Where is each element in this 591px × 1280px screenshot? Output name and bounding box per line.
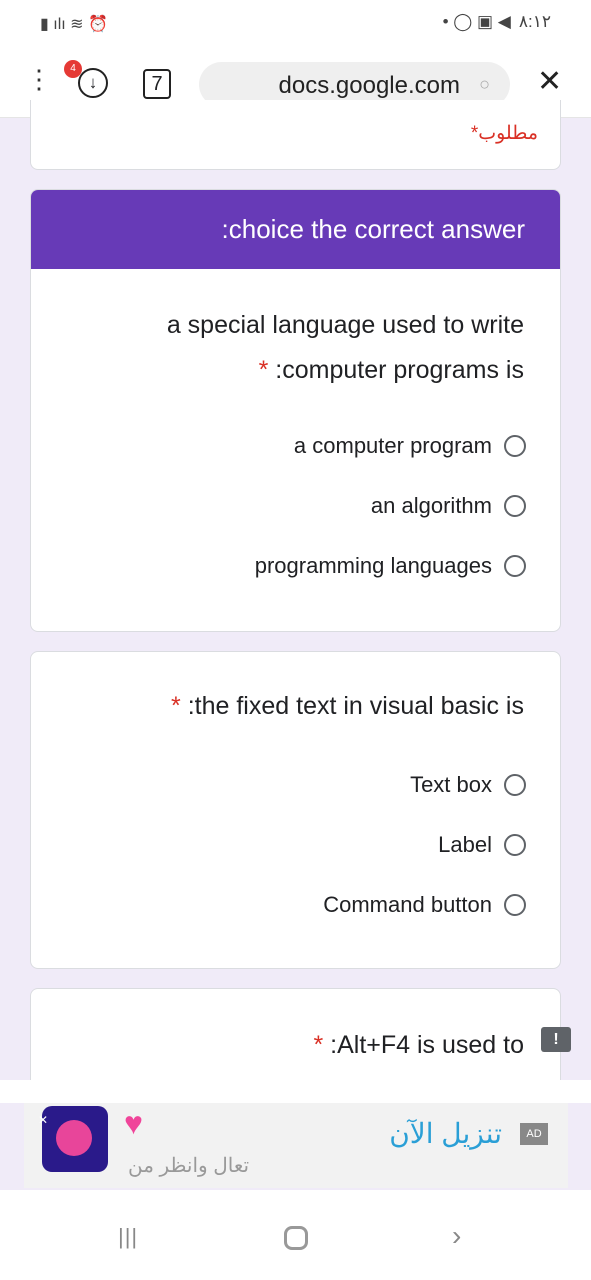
section-card: :choice the correct answer a special lan… (30, 189, 561, 632)
option[interactable]: an algorithm (371, 493, 526, 519)
option-label: an algorithm (370, 493, 492, 518)
section-header: :choice the correct answer (31, 190, 560, 269)
option[interactable]: Text box (410, 772, 526, 798)
radio-button[interactable] (504, 894, 526, 916)
question-text: :computer programs is (275, 356, 524, 384)
url-text: docs.google.com (278, 72, 460, 99)
radio-button[interactable] (504, 495, 526, 517)
question-text: :Alt+F4 is used to (330, 1031, 524, 1059)
radio-button[interactable] (504, 435, 526, 457)
notification-icons: • ◯ ▣ ◀ (442, 12, 511, 31)
clock: ٨:١٢ (518, 12, 551, 31)
question-text: :the fixed text in visual basic is (187, 692, 524, 720)
radio-button[interactable] (504, 774, 526, 796)
search-icon: ○ (479, 74, 490, 94)
status-icons-left: ▮ ılı ≋ ⏰ (40, 16, 108, 33)
question-title: * :the fixed text in visual basic is (171, 684, 524, 729)
question-title: * :Alt+F4 is used to (313, 1023, 524, 1068)
question-line: a special language used to write (166, 311, 524, 339)
question-card: * :the fixed text in visual basic is Tex… (30, 651, 561, 969)
question-line: * :computer programs is (167, 348, 524, 393)
required-mark: * (171, 692, 181, 720)
option-label: programming languages (254, 553, 492, 578)
planet-icon (56, 1120, 92, 1156)
option-label: Label (438, 832, 492, 857)
ad-banner[interactable]: ✕ ♥ تعال وانظر من تنزيل الآن AD (24, 1103, 568, 1188)
option[interactable]: programming languages (255, 553, 526, 579)
back-icon[interactable]: › (452, 1220, 461, 1252)
required-mark: * (258, 356, 269, 384)
option[interactable]: Command button (323, 892, 526, 918)
required-mark: * (313, 1031, 324, 1059)
ad-badge: AD (520, 1123, 548, 1145)
required-note: *مطلوب (470, 123, 538, 144)
option-label: Text box (410, 772, 492, 797)
tabs-button[interactable]: 7 (143, 69, 171, 99)
question-title: a special language used to write * :comp… (167, 303, 524, 393)
home-icon[interactable] (284, 1226, 308, 1250)
ad-gap (0, 1080, 591, 1103)
status-icons-right: • ◯ ▣ ◀ ٨:١٢ (443, 12, 551, 32)
option[interactable]: Label (438, 832, 526, 858)
radio-button[interactable] (504, 834, 526, 856)
section-title: :choice the correct answer (221, 214, 525, 244)
heart-icon: ♥ (124, 1105, 143, 1141)
system-nav-bar: ||| › (0, 1190, 591, 1280)
feedback-icon[interactable]: ! (541, 1027, 571, 1052)
radio-button[interactable] (504, 555, 526, 577)
option[interactable]: a computer program (294, 433, 526, 459)
ad-cta[interactable]: تنزيل الآن (389, 1117, 502, 1150)
status-bar: ▮ ılı ≋ ⏰ • ◯ ▣ ◀ ٨:١٢ (0, 0, 591, 50)
close-icon[interactable]: ✕ (537, 64, 562, 99)
option-label: Command button (323, 892, 492, 917)
download-badge: 4 (64, 60, 82, 78)
menu-icon[interactable]: ⋮ (26, 66, 52, 92)
ad-close-icon[interactable]: ✕ (38, 1113, 48, 1127)
required-card: *مطلوب (30, 100, 561, 170)
recent-apps-icon[interactable]: ||| (118, 1224, 138, 1250)
ad-subtitle: تعال وانظر من (128, 1155, 250, 1177)
app-icon (42, 1106, 108, 1172)
download-icon[interactable]: ↓ (78, 68, 108, 98)
option-label: a computer program (293, 433, 492, 458)
